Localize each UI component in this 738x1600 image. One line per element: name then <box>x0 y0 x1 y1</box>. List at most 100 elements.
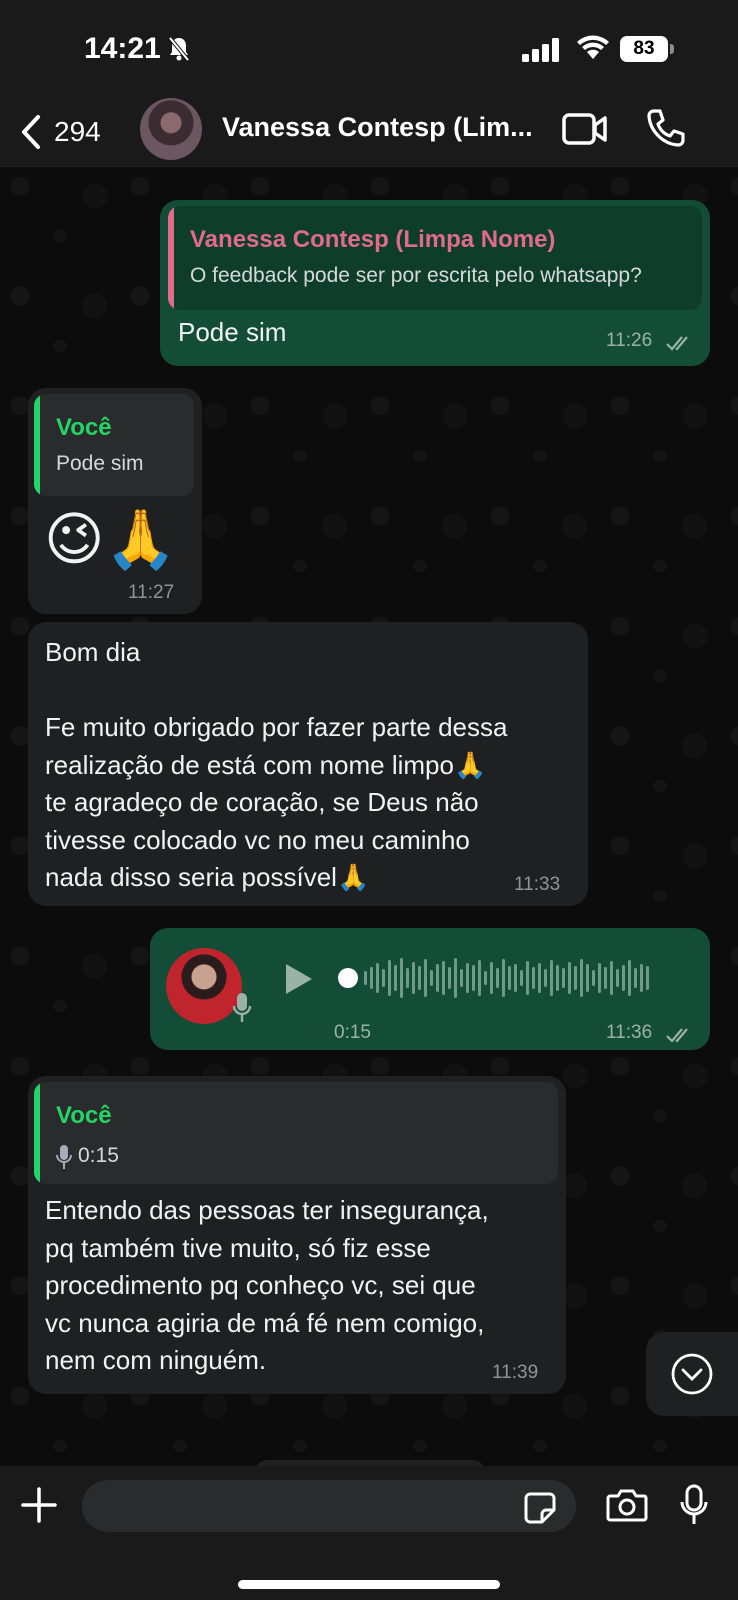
waveform-bar <box>622 965 625 991</box>
waveform-bar <box>376 963 379 993</box>
waveform-bar <box>640 964 643 992</box>
message-text: Pode sim <box>178 317 287 347</box>
quote-bar <box>34 1082 40 1184</box>
message-text: Bom dia Fe muito obrigado por fazer part… <box>45 637 508 892</box>
waveform-bar <box>460 969 463 987</box>
waveform-bar <box>454 958 457 998</box>
quote-author: Vanessa Contesp (Limpa Nome) <box>190 226 556 253</box>
microphone-icon[interactable] <box>680 1484 708 1531</box>
status-time: 14:21 <box>84 32 161 65</box>
waveform-bar <box>442 961 445 995</box>
playback-position-dot[interactable] <box>338 968 358 988</box>
waveform-bar <box>448 967 451 989</box>
quote-author: Você <box>56 414 112 441</box>
waveform-bar <box>604 967 607 989</box>
waveform-bar <box>382 969 385 987</box>
waveform-bar <box>616 969 619 987</box>
waveform-bar <box>364 971 367 985</box>
home-indicator <box>238 1580 500 1589</box>
waveform-bar <box>532 967 535 989</box>
waveform-bar <box>508 966 511 990</box>
waveform-bar <box>406 968 409 988</box>
waveform-bar <box>466 963 469 993</box>
sticker-icon[interactable] <box>524 1492 556 1529</box>
waveform-bar <box>526 961 529 995</box>
message-time: 11:39 <box>492 1362 539 1383</box>
double-check-icon <box>666 336 688 351</box>
waveform-bar <box>592 970 595 986</box>
chevron-left-icon <box>22 115 40 149</box>
back-button[interactable]: 294 <box>20 110 101 154</box>
message-text: Entendo das pessoas ter insegurança, pq … <box>45 1195 489 1375</box>
sender-avatar <box>166 948 242 1024</box>
quote-text: O feedback pode ser por escrita pelo wha… <box>190 264 642 287</box>
waveform-bar <box>490 962 493 994</box>
waveform-bar <box>562 968 565 988</box>
waveform-bar <box>478 960 481 996</box>
message-time: 11:36 <box>606 1022 653 1043</box>
waveform-bar <box>418 966 421 990</box>
scroll-to-bottom-button[interactable] <box>646 1332 738 1416</box>
microphone-icon <box>232 993 252 1022</box>
waveform-bar <box>538 963 541 993</box>
quoted-message[interactable]: Você 0:15 <box>34 1082 558 1184</box>
waveform-bar <box>646 966 649 990</box>
camera-icon[interactable] <box>606 1488 648 1527</box>
quote-text: Pode sim <box>56 452 144 475</box>
battery-tip <box>670 44 674 54</box>
chevron-down-circle-icon <box>671 1353 713 1395</box>
silent-bell-icon <box>168 36 190 67</box>
quote-bar <box>168 206 174 310</box>
message-emoji: 😉🙏 <box>44 505 177 573</box>
status-bar: 14:21 83 <box>0 0 738 98</box>
microphone-icon <box>56 1145 72 1169</box>
audio-waveform[interactable] <box>364 954 684 1002</box>
waveform-bar <box>370 967 373 989</box>
contact-avatar[interactable] <box>140 98 202 160</box>
waveform-bar <box>424 959 427 997</box>
waveform-bar <box>610 961 613 995</box>
quote-text: 0:15 <box>78 1144 119 1167</box>
message-bubble-incoming[interactable]: Você Pode sim 😉🙏 11:27 <box>28 388 202 614</box>
waveform-bar <box>400 958 403 998</box>
waveform-bar <box>436 964 439 992</box>
quoted-message[interactable]: Você Pode sim <box>34 394 194 496</box>
waveform-bar <box>544 969 547 987</box>
wifi-icon <box>576 34 610 65</box>
waveform-bar <box>586 964 589 992</box>
quote-bar <box>34 394 40 496</box>
waveform-bar <box>484 971 487 985</box>
waveform-bar <box>430 970 433 986</box>
waveform-bar <box>628 960 631 996</box>
waveform-bar <box>394 965 397 991</box>
message-input[interactable] <box>82 1480 576 1532</box>
play-icon[interactable] <box>284 962 314 996</box>
waveform-bar <box>496 968 499 988</box>
contact-name[interactable]: Vanessa Contesp (Lim... <box>222 112 533 143</box>
cellular-signal-icon <box>522 38 562 67</box>
waveform-bar <box>520 970 523 986</box>
quoted-message[interactable]: Vanessa Contesp (Limpa Nome) O feedback … <box>168 206 702 310</box>
quote-author: Você <box>56 1102 112 1129</box>
audio-duration: 0:15 <box>334 1022 371 1043</box>
waveform-bar <box>574 966 577 990</box>
unread-count: 294 <box>54 116 101 147</box>
plus-icon[interactable] <box>20 1486 58 1529</box>
phone-call-icon[interactable] <box>646 108 686 153</box>
waveform-bar <box>514 964 517 992</box>
waveform-bar <box>388 960 391 996</box>
message-bubble-incoming[interactable]: Bom dia Fe muito obrigado por fazer part… <box>28 622 588 906</box>
waveform-bar <box>550 960 553 996</box>
waveform-bar <box>556 965 559 991</box>
double-check-icon <box>666 1028 688 1043</box>
message-bubble-incoming[interactable]: Você 0:15 Entendo das pessoas ter insegu… <box>28 1076 566 1394</box>
waveform-bar <box>472 965 475 991</box>
battery-icon: 83 <box>620 36 668 62</box>
message-time: 11:27 <box>128 582 175 603</box>
voice-message-bubble[interactable]: 0:15 11:36 <box>150 928 710 1050</box>
message-bubble-outgoing[interactable]: Vanessa Contesp (Limpa Nome) O feedback … <box>160 200 710 366</box>
waveform-bar <box>634 968 637 988</box>
message-time: 11:33 <box>514 874 561 895</box>
waveform-bar <box>568 962 571 994</box>
video-call-icon[interactable] <box>562 112 608 151</box>
